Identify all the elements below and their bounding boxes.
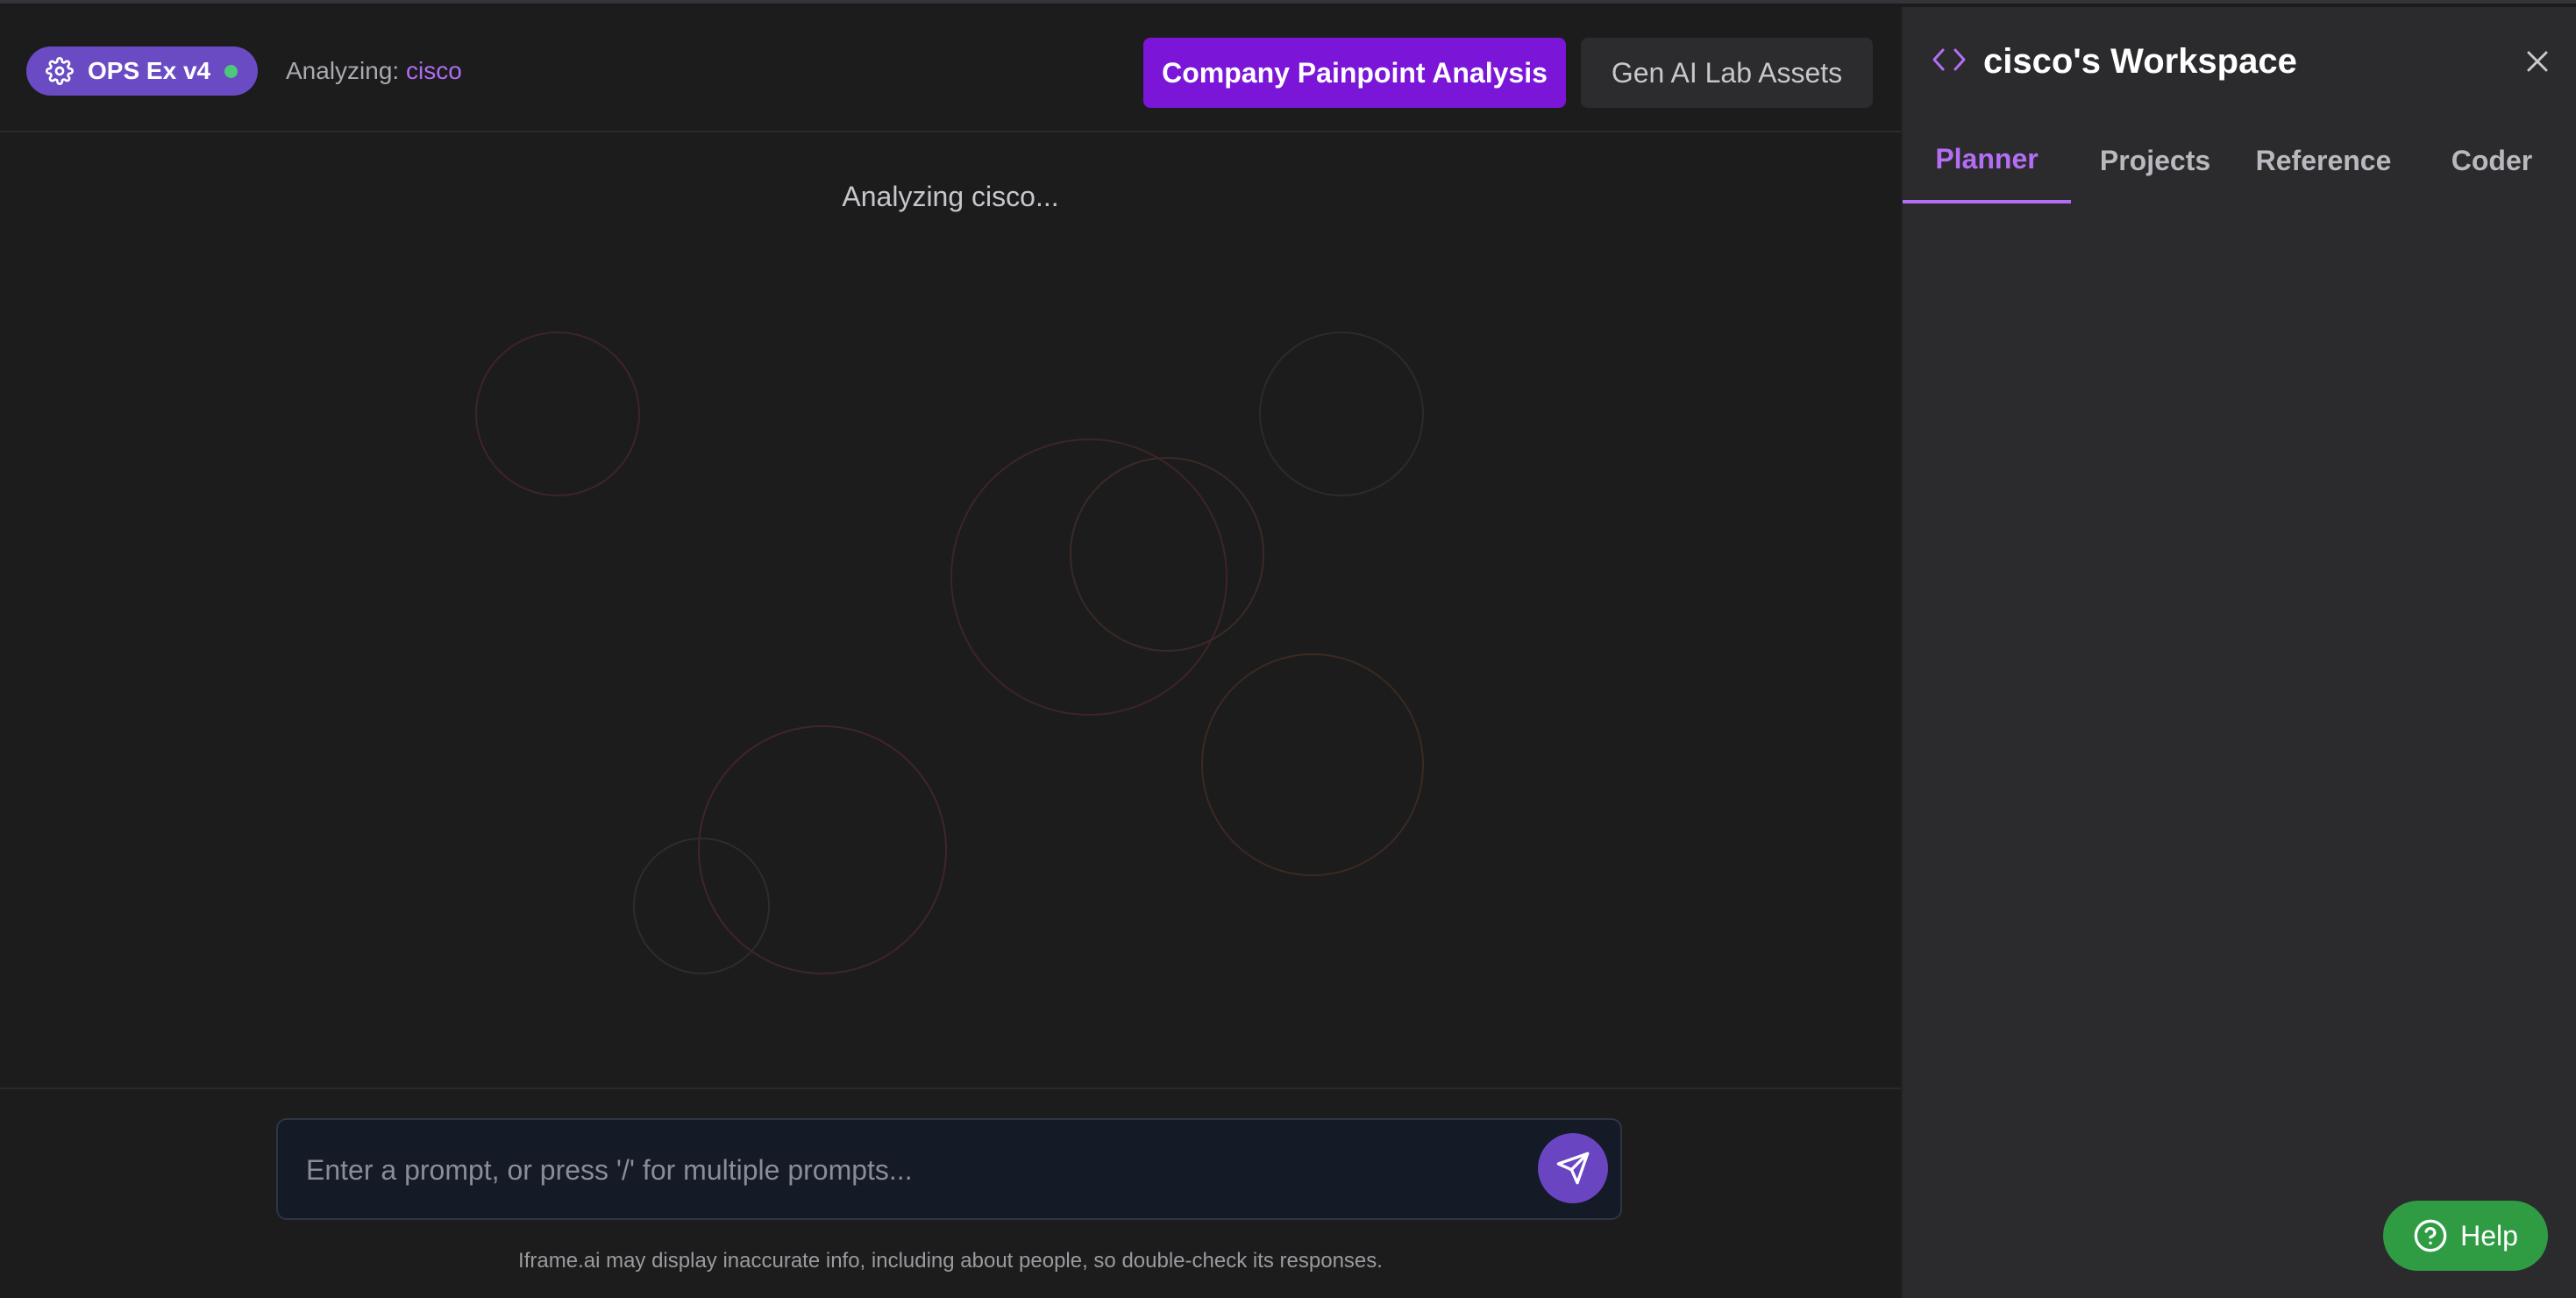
- loading-circle: [1201, 653, 1424, 876]
- composer-divider: [0, 1088, 1901, 1089]
- workspace-title: cisco's Workspace: [1983, 42, 2297, 81]
- disclaimer-text: Iframe.ai may display inaccurate info, i…: [518, 1249, 1383, 1273]
- close-icon: [2525, 49, 2550, 74]
- workspace-tabs: Planner Projects Reference Coder: [1903, 118, 2576, 203]
- loading-circle: [1070, 457, 1264, 652]
- loading-circle: [950, 439, 1228, 716]
- close-button[interactable]: [2522, 46, 2553, 77]
- code-icon: [1932, 47, 1967, 72]
- tab-reference[interactable]: Reference: [2239, 118, 2408, 203]
- help-button[interactable]: Help: [2383, 1201, 2548, 1271]
- send-button[interactable]: [1538, 1133, 1608, 1203]
- tab-planner[interactable]: Planner: [1903, 118, 2071, 203]
- tab-coder[interactable]: Coder: [2408, 118, 2576, 203]
- loading-circle: [475, 332, 640, 496]
- tab-projects[interactable]: Projects: [2071, 118, 2239, 203]
- workspace-header: cisco's Workspace: [1903, 7, 2576, 118]
- main-area: OPS Ex v4 Analyzing: cisco Company Painp…: [0, 7, 1901, 1298]
- workspace-panel: cisco's Workspace Planner Projects Refer…: [1901, 7, 2576, 1298]
- prompt-composer: [276, 1118, 1622, 1220]
- send-icon: [1555, 1151, 1590, 1186]
- loading-circle: [633, 838, 770, 974]
- question-circle-icon: [2413, 1218, 2448, 1253]
- app-window: OPS Ex v4 Analyzing: cisco Company Painp…: [0, 0, 2576, 1298]
- loading-circle: [698, 725, 947, 974]
- prompt-input[interactable]: [304, 1120, 1518, 1220]
- loading-circle: [1259, 332, 1424, 496]
- help-label: Help: [2460, 1219, 2518, 1252]
- loading-animation: [475, 332, 1424, 974]
